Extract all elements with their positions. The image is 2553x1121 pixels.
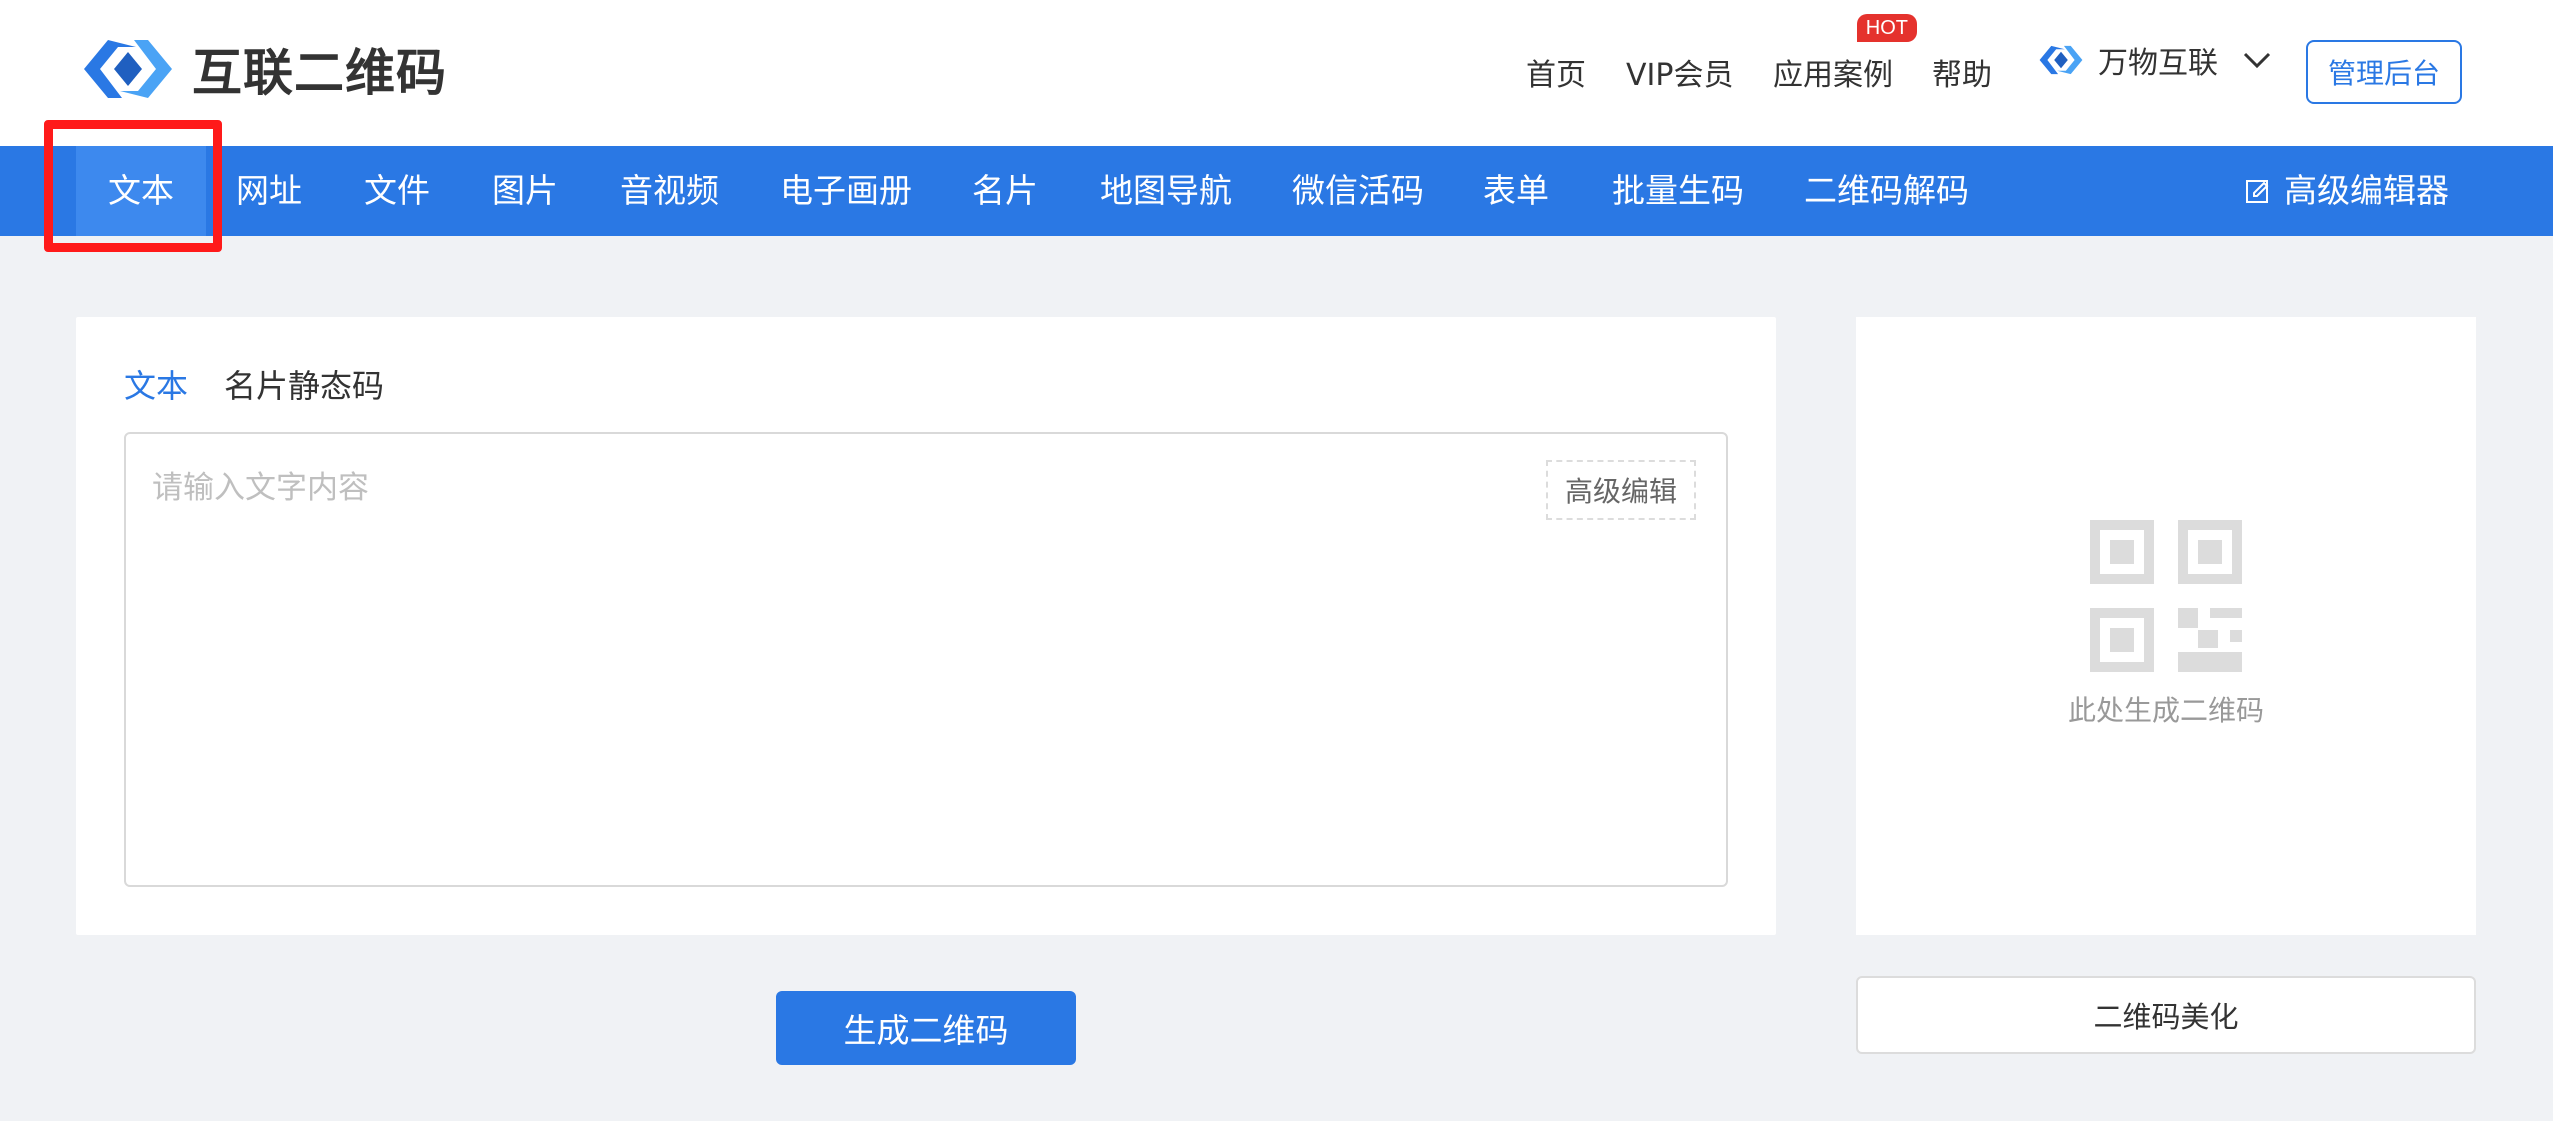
qr-preview-panel: 此处生成二维码 [1856,317,2476,935]
advanced-edit-button[interactable]: 高级编辑 [1546,460,1696,520]
nav-tab-text[interactable]: 文本 [76,146,206,236]
logo-icon [84,40,172,98]
advanced-editor-label: 高级编辑器 [2284,171,2449,210]
beautify-qr-button[interactable]: 二维码美化 [1856,976,2476,1054]
hot-badge: HOT [1856,14,1917,42]
brand-dropdown[interactable]: 万物互联 [2036,38,2294,82]
brand-logo-icon [2039,45,2083,75]
admin-button[interactable]: 管理后台 [2306,40,2462,104]
category-nav: 文本 网址 文件 图片 音视频 电子画册 名片 地图导航 微信活码 表单 批量生… [0,146,2553,236]
nav-tab-form[interactable]: 表单 [1483,146,1549,236]
nav-cases-link[interactable]: 应用案例 HOT [1773,14,1917,94]
tab-card-static[interactable]: 名片静态码 [224,361,384,407]
nav-tab-batch[interactable]: 批量生码 [1612,146,1744,236]
nav-help-link[interactable]: 帮助 [1932,50,1992,94]
site-logo[interactable]: 互联二维码 [78,32,447,106]
nav-tab-url[interactable]: 网址 [236,146,302,236]
nav-cases-label: 应用案例 [1773,58,1893,93]
site-header: 互联二维码 首页 VIP会员 应用案例 HOT 帮助 万物互联 管理后台 [0,0,2553,146]
text-input[interactable]: 请输入文字内容 高级编辑 [124,432,1728,887]
nav-tab-image[interactable]: 图片 [492,146,558,236]
nav-tab-decode[interactable]: 二维码解码 [1804,146,1969,236]
preview-hint: 此处生成二维码 [2067,694,2264,727]
nav-tab-ebook[interactable]: 电子画册 [780,146,912,236]
nav-tab-file[interactable]: 文件 [364,146,430,236]
nav-tab-map[interactable]: 地图导航 [1100,146,1232,236]
editor-tabs: 文本 名片静态码 [124,361,420,407]
qr-code-icon [2090,520,2242,672]
tab-text[interactable]: 文本 [124,361,188,407]
generate-qr-button[interactable]: 生成二维码 [776,991,1076,1065]
advanced-editor-link[interactable]: 高级编辑器 [2244,146,2449,236]
nav-tab-card[interactable]: 名片 [972,146,1038,236]
edit-icon [2246,180,2269,203]
chevron-down-icon [2243,52,2271,69]
brand-label: 万物互联 [2098,46,2218,81]
nav-tab-audio-video[interactable]: 音视频 [620,146,719,236]
logo-text: 互联二维码 [192,44,447,102]
nav-vip-link[interactable]: VIP会员 [1626,50,1733,94]
nav-home-link[interactable]: 首页 [1526,50,1586,94]
editor-card: 文本 名片静态码 请输入文字内容 高级编辑 [76,317,1776,935]
nav-tab-wechat[interactable]: 微信活码 [1292,146,1424,236]
text-input-placeholder: 请输入文字内容 [152,470,369,506]
